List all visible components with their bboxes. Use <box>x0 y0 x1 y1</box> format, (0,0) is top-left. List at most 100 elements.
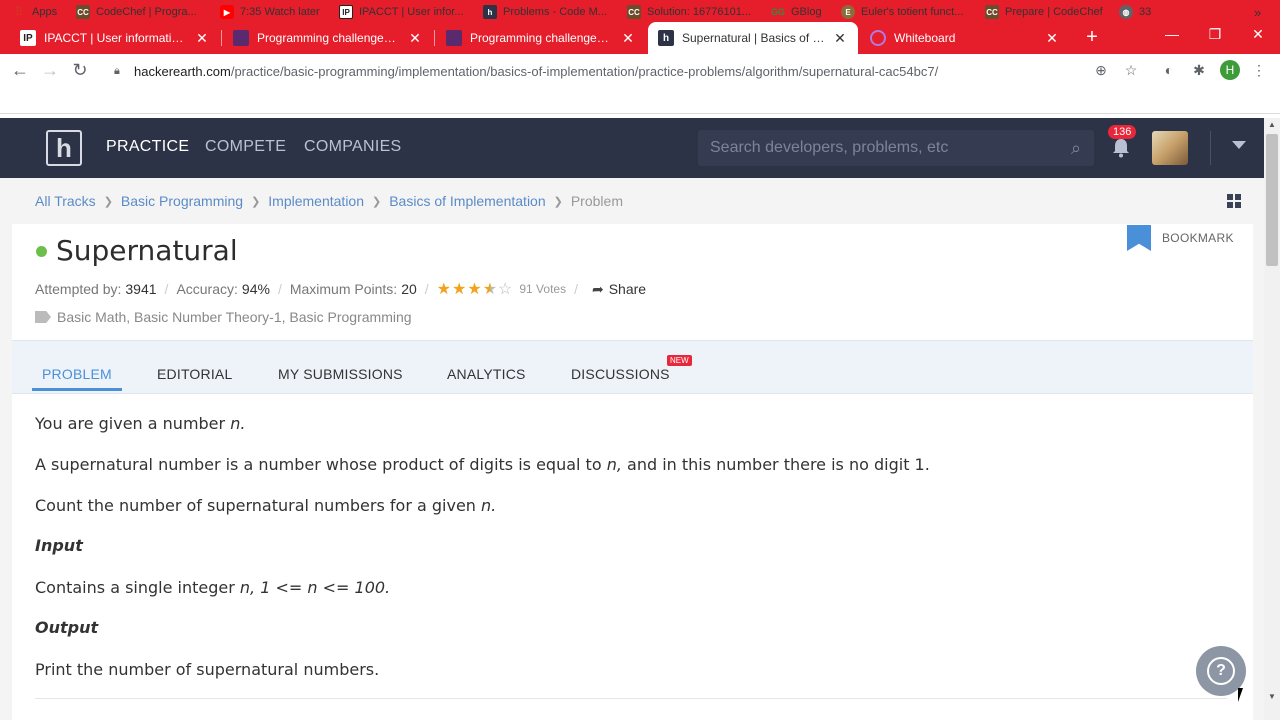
zoom-icon[interactable]: ⊕ <box>1092 62 1110 79</box>
chevron-down-icon[interactable] <box>1232 141 1246 149</box>
restore-icon[interactable]: ❐ <box>1205 26 1225 43</box>
chevron-right-icon: ❯ <box>372 195 382 208</box>
tab-discussions[interactable]: DISCUSSIONS <box>571 366 670 382</box>
close-icon[interactable]: ✕ <box>1044 30 1060 47</box>
forward-arrow-icon[interactable]: → <box>40 61 60 79</box>
tab-editorial[interactable]: EDITORIAL <box>157 366 232 382</box>
user-avatar[interactable] <box>1152 131 1188 165</box>
close-icon[interactable]: ✕ <box>832 30 848 47</box>
globe-icon: ◍ <box>1119 5 1133 19</box>
breadcrumb-implementation[interactable]: Implementation <box>268 193 364 209</box>
browser-tab-ipacct[interactable]: IP IPACCT | User information port ✕ <box>10 22 220 54</box>
accuracy-value: 94% <box>241 281 270 297</box>
more-menu-icon[interactable]: ⋮ <box>1250 62 1268 79</box>
browser-tab-programming-2[interactable]: Programming challenges, codi ✕ <box>436 22 646 54</box>
ipacct-favicon-icon: IP <box>20 30 36 46</box>
star-icon[interactable]: ☆ <box>498 281 513 298</box>
close-icon[interactable]: ✕ <box>620 30 636 47</box>
bookmark-gblog[interactable]: GG GBlog <box>771 5 822 19</box>
bookmark-codechef[interactable]: CC CodeChef | Progra... <box>76 5 197 19</box>
nav-compete[interactable]: COMPETE <box>205 138 286 156</box>
share-button[interactable]: ➦ Share <box>592 281 646 298</box>
bookmark-label: Problems - Code M... <box>503 6 607 18</box>
reload-icon[interactable]: ↻ <box>70 61 90 79</box>
new-tab-plus-icon[interactable]: + <box>1082 26 1102 49</box>
output-description: Print the number of supernatural numbers… <box>35 660 380 679</box>
nav-practice[interactable]: PRACTICE <box>106 138 189 156</box>
rating-stars[interactable]: ★★★★☆ <box>437 279 514 299</box>
search-icon[interactable]: ⌕ <box>1058 138 1094 159</box>
bookmark-label: 33 <box>1139 6 1152 18</box>
url-text[interactable]: hackerearth.com/practice/basic-programmi… <box>134 64 938 79</box>
header-divider <box>1210 131 1211 165</box>
accuracy-label: Accuracy: <box>176 281 238 297</box>
bookmark-apps[interactable]: ⠿ Apps <box>12 5 57 19</box>
star-icon[interactable]: ★ <box>467 281 482 298</box>
bookmarks-overflow-chevron-icon[interactable]: » <box>1254 5 1261 20</box>
window-close-icon[interactable]: ✕ <box>1248 26 1268 43</box>
active-tab-indicator <box>32 388 122 391</box>
bookmark-label: GBlog <box>791 6 822 18</box>
notification-badge: 136 <box>1108 125 1137 139</box>
problem-tags: Basic Math, Basic Number Theory-1, Basic… <box>35 309 412 325</box>
star-icon[interactable]: ☆ <box>1122 62 1140 79</box>
browser-tab-whiteboard[interactable]: Whiteboard ✕ <box>860 22 1070 54</box>
bookmark-watch-later[interactable]: ▶ 7:35 Watch later <box>220 5 320 19</box>
bookmark-ipacct[interactable]: IP IPACCT | User infor... <box>339 5 464 19</box>
back-arrow-icon[interactable]: ← <box>10 61 30 79</box>
star-icon[interactable]: ★ <box>483 281 498 298</box>
bookmark-problems-codem[interactable]: h Problems - Code M... <box>483 5 607 19</box>
puzzle-icon[interactable]: ✱ <box>1190 62 1208 79</box>
bookmark-button[interactable]: BOOKMARK <box>1127 225 1234 251</box>
euler-icon: E <box>841 5 855 19</box>
bookmark-label: IPACCT | User infor... <box>359 6 464 18</box>
close-icon[interactable]: ✕ <box>407 30 423 47</box>
tab-analytics[interactable]: ANALYTICS <box>447 366 526 382</box>
bookmark-33[interactable]: ◍ 33 <box>1119 5 1151 19</box>
star-icon[interactable]: ★ <box>437 281 452 298</box>
browser-tab-programming-1[interactable]: Programming challenges, codi ✕ <box>223 22 433 54</box>
bookmark-label: Apps <box>32 6 58 18</box>
tab-separator <box>221 30 222 46</box>
browser-tab-supernatural[interactable]: h Supernatural | Basics of Implem ✕ <box>648 22 858 54</box>
bookmark-label: Solution: 16776101... <box>647 6 751 18</box>
grid-view-icon[interactable] <box>1227 194 1241 208</box>
bookmarks-bar <box>0 88 1280 114</box>
breadcrumb-basic-programming[interactable]: Basic Programming <box>121 193 243 209</box>
hackerearth-logo[interactable]: h <box>46 130 82 166</box>
sample-box-top-border <box>35 698 1227 699</box>
tab-title: Whiteboard <box>894 31 956 45</box>
address-bar[interactable]: 🔒︎ hackerearth.com/practice/basic-progra… <box>104 57 1152 85</box>
minimize-icon[interactable]: — <box>1162 26 1182 42</box>
star-icon[interactable]: ★ <box>452 281 467 298</box>
nav-companies[interactable]: COMPANIES <box>304 138 402 156</box>
scroll-up-arrow-icon[interactable]: ▲ <box>1264 118 1280 132</box>
url-path: /practice/basic-programming/implementati… <box>230 63 939 79</box>
bookmark-prepare-codechef[interactable]: CC Prepare | CodeChef <box>985 5 1103 19</box>
tab-separator <box>434 30 435 46</box>
bell-icon[interactable] <box>1112 138 1130 158</box>
site-header: h PRACTICE COMPETE COMPANIES ⌕ <box>0 118 1264 178</box>
page-title: Supernatural <box>56 234 238 267</box>
hackerearth-favicon-icon <box>233 30 249 46</box>
youtube-icon: ▶ <box>220 5 234 19</box>
tab-problem[interactable]: PROBLEM <box>42 366 112 382</box>
breadcrumb-all-tracks[interactable]: All Tracks <box>35 193 96 209</box>
close-icon[interactable]: ✕ <box>194 30 210 47</box>
tags-text[interactable]: Basic Math, Basic Number Theory-1, Basic… <box>57 309 412 325</box>
input-heading: Input <box>35 536 83 555</box>
bookmark-solution[interactable]: CC Solution: 16776101... <box>627 5 751 19</box>
bookmark-euler[interactable]: E Euler's totient funct... <box>841 5 963 19</box>
scroll-down-arrow-icon[interactable]: ▼ <box>1264 690 1280 704</box>
tab-my-submissions[interactable]: MY SUBMISSIONS <box>278 366 403 382</box>
breadcrumb-basics-of-implementation[interactable]: Basics of Implementation <box>389 193 545 209</box>
search-input[interactable] <box>710 139 1058 157</box>
max-points-label: Maximum Points: <box>289 281 398 297</box>
profile-avatar[interactable]: H <box>1220 60 1240 80</box>
bookmark-label: 7:35 Watch later <box>240 6 320 18</box>
scrollbar-thumb[interactable] <box>1266 134 1278 266</box>
attempted-label: Attempted by: <box>35 281 122 297</box>
extension-circle-icon[interactable]: ◐ <box>1160 62 1178 78</box>
apps-grid-icon: ⠿ <box>14 5 24 19</box>
tab-title: IPACCT | User information port <box>44 31 188 45</box>
